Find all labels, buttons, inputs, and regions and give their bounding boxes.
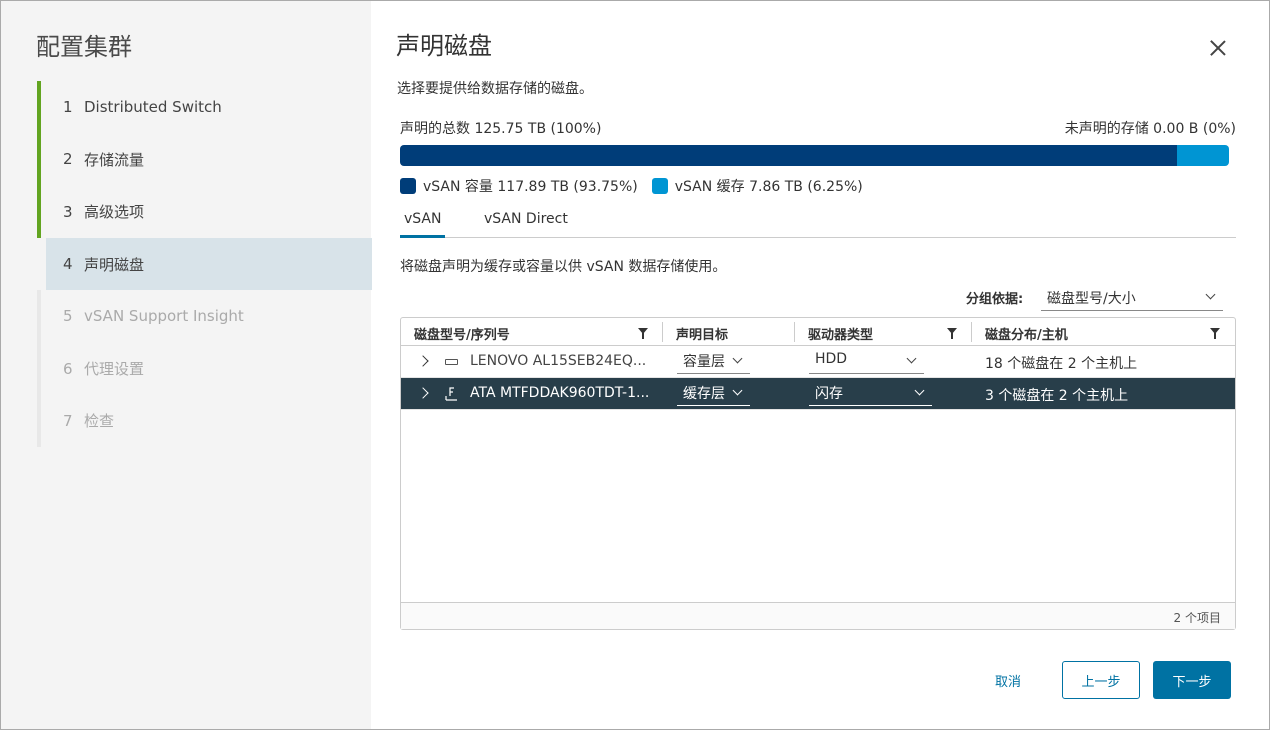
chevron-down-icon bbox=[1205, 289, 1216, 300]
cancel-button[interactable]: 取消 bbox=[982, 661, 1034, 699]
drive-type-value: 闪存 bbox=[815, 386, 843, 402]
disk-grid: 磁盘型号/序列号 声明目标 驱动器类型 磁盘分布/主机 LENOVO AL15S… bbox=[400, 317, 1236, 630]
claim-target-select[interactable]: 容量层 bbox=[677, 350, 750, 374]
wizard-step-1[interactable]: 1 Distributed Switch bbox=[37, 81, 372, 134]
disk-distribution: 3 个磁盘在 2 个主机上 bbox=[985, 388, 1129, 404]
legend-capacity-label: vSAN 容量 117.89 TB (93.75%) bbox=[423, 179, 638, 195]
wizard-step-6: 6 代理设置 bbox=[37, 342, 372, 395]
total-claimed-text: 声明的总数 125.75 TB (100%) bbox=[400, 121, 602, 137]
expand-chevron-icon[interactable] bbox=[417, 387, 429, 399]
column-header-claim[interactable]: 声明目标 bbox=[676, 324, 728, 343]
drive-type-select[interactable]: 闪存 bbox=[809, 382, 932, 406]
group-by-label: 分组依据: bbox=[966, 292, 1024, 307]
step-number: 2 bbox=[63, 150, 73, 169]
step-label: Distributed Switch bbox=[84, 98, 222, 117]
chevron-down-icon bbox=[732, 353, 743, 364]
disk-distribution: 18 个磁盘在 2 个主机上 bbox=[985, 356, 1138, 372]
wizard-step-2[interactable]: 2 存储流量 bbox=[37, 133, 372, 186]
legend-capacity: vSAN 容量 117.89 TB (93.75%) bbox=[400, 176, 638, 196]
step-number: 5 bbox=[63, 307, 73, 326]
capacity-segment bbox=[400, 145, 1178, 166]
legend-cache: vSAN 缓存 7.86 TB (6.25%) bbox=[651, 176, 863, 196]
disk-model: ATA MTFDDAK960TDT-1... bbox=[470, 385, 650, 401]
claim-target-value: 缓存层 bbox=[683, 386, 725, 402]
wizard-step-5: 5 vSAN Support Insight bbox=[37, 290, 372, 343]
chevron-down-icon bbox=[732, 385, 743, 396]
step-label: 声明磁盘 bbox=[84, 255, 145, 274]
capacity-legend: vSAN 容量 117.89 TB (93.75%) vSAN 缓存 7.86 … bbox=[400, 176, 877, 196]
table-row[interactable]: LENOVO AL15SEB24EQ... 容量层 HDD 18 个磁盘在 2 … bbox=[401, 346, 1235, 378]
claim-target-value: 容量层 bbox=[683, 354, 725, 370]
step-label: 高级选项 bbox=[84, 203, 145, 222]
wizard-title: 配置集群 bbox=[36, 33, 132, 61]
group-by-select[interactable]: 磁盘型号/大小 bbox=[1041, 285, 1223, 311]
close-icon[interactable] bbox=[1208, 38, 1228, 58]
step-label: 存储流量 bbox=[84, 150, 145, 169]
flash-icon bbox=[445, 387, 457, 401]
hdd-icon bbox=[445, 359, 458, 365]
wizard-step-7: 7 检查 bbox=[37, 394, 372, 448]
step-indicator bbox=[37, 81, 41, 134]
back-button[interactable]: 上一步 bbox=[1062, 661, 1140, 699]
page-title: 声明磁盘 bbox=[396, 32, 492, 60]
legend-cache-label: vSAN 缓存 7.86 TB (6.25%) bbox=[674, 179, 863, 195]
cache-swatch bbox=[651, 178, 668, 194]
disk-model: LENOVO AL15SEB24EQ... bbox=[470, 353, 647, 369]
step-indicator bbox=[37, 342, 41, 395]
step-indicator bbox=[37, 133, 41, 186]
cache-segment bbox=[1177, 145, 1229, 166]
filter-icon[interactable] bbox=[1210, 328, 1220, 339]
column-separator[interactable] bbox=[971, 322, 972, 342]
step-number: 1 bbox=[63, 98, 73, 117]
grid-header: 磁盘型号/序列号 声明目标 驱动器类型 磁盘分布/主机 bbox=[401, 318, 1235, 346]
step-number: 6 bbox=[63, 359, 73, 378]
page-subtitle: 选择要提供给数据存储的磁盘。 bbox=[397, 81, 593, 97]
wizard-step-4[interactable]: 4 声明磁盘 bbox=[46, 237, 372, 291]
grid-footer: 2 个项目 bbox=[401, 602, 1235, 629]
chevron-down-icon bbox=[906, 353, 917, 364]
next-button[interactable]: 下一步 bbox=[1153, 661, 1231, 699]
column-header-distribution[interactable]: 磁盘分布/主机 bbox=[985, 324, 1068, 343]
wizard-steps: 1 Distributed Switch 2 存储流量 3 高级选项 4 声明磁盘 5v… bbox=[37, 81, 372, 448]
filter-icon[interactable] bbox=[947, 328, 957, 339]
item-count: 2 个项目 bbox=[1173, 611, 1221, 625]
step-number: 7 bbox=[63, 411, 73, 430]
capacity-bar bbox=[400, 145, 1229, 166]
unclaimed-storage-text: 未声明的存储 0.00 B (0%) bbox=[1064, 121, 1236, 137]
step-indicator bbox=[37, 394, 41, 448]
drive-type-value: HDD bbox=[815, 351, 848, 367]
step-label: 检查 bbox=[84, 412, 115, 431]
main-panel: 声明磁盘 选择要提供给数据存储的磁盘。 声明的总数 125.75 TB (100… bbox=[396, 0, 1241, 730]
table-row[interactable]: ATA MTFDDAK960TDT-1... 缓存层 闪存 3 个磁盘在 2 个… bbox=[401, 378, 1235, 410]
column-header-model[interactable]: 磁盘型号/序列号 bbox=[414, 324, 510, 343]
tab-vsan[interactable]: vSAN bbox=[400, 211, 446, 238]
group-by-value: 磁盘型号/大小 bbox=[1047, 291, 1136, 307]
wizard-sidebar: 配置集群 1 Distributed Switch 2 存储流量 3 高级选项 4 声明… bbox=[1, 1, 372, 729]
wizard-step-3[interactable]: 3 高级选项 bbox=[37, 185, 372, 238]
filter-icon[interactable] bbox=[638, 328, 648, 339]
expand-chevron-icon[interactable] bbox=[417, 355, 429, 367]
step-number: 4 bbox=[63, 255, 73, 274]
step-label: vSAN Support Insight bbox=[84, 307, 244, 326]
tab-bar: vSAN vSAN Direct bbox=[400, 208, 1236, 238]
capacity-swatch bbox=[400, 178, 416, 194]
column-header-drive-type[interactable]: 驱动器类型 bbox=[808, 324, 873, 343]
grid-description: 将磁盘声明为缓存或容量以供 vSAN 数据存储使用。 bbox=[400, 259, 727, 275]
column-separator[interactable] bbox=[794, 322, 795, 342]
chevron-down-icon bbox=[914, 385, 925, 396]
claim-target-select[interactable]: 缓存层 bbox=[677, 382, 750, 406]
tab-vsan-direct[interactable]: vSAN Direct bbox=[480, 211, 572, 238]
step-number: 3 bbox=[63, 202, 73, 221]
step-indicator bbox=[37, 185, 41, 238]
drive-type-select[interactable]: HDD bbox=[809, 350, 924, 374]
step-label: 代理设置 bbox=[84, 360, 145, 379]
step-indicator bbox=[37, 290, 41, 343]
column-separator[interactable] bbox=[662, 322, 663, 342]
